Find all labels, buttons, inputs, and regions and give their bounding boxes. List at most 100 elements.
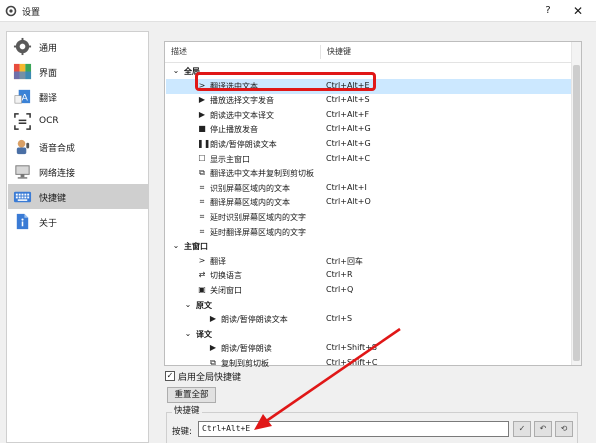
row-description: 复制到剪切板	[221, 359, 269, 368]
row-description: 朗读/暂停朗读	[221, 344, 272, 354]
tree-group-row[interactable]: ⌄ 主窗口	[166, 239, 571, 254]
row-description: 识别屏幕区域内的文本	[210, 183, 290, 193]
sidebar-item-label: 通用	[39, 44, 58, 54]
row-shortcut: Ctrl+Q	[326, 285, 354, 294]
tree-group-row[interactable]: ⌄ 原文	[166, 298, 571, 313]
vertical-scrollbar[interactable]	[571, 42, 581, 365]
close-button[interactable]: ✕	[570, 3, 586, 19]
row-shortcut: Ctrl+Alt+S	[326, 95, 370, 105]
row-action-icon: ⌗	[199, 212, 205, 221]
window-title: 设置	[22, 8, 41, 18]
row-shortcut: Ctrl+Alt+O	[326, 197, 371, 207]
shortcut-group-title: 快捷键	[172, 404, 202, 416]
expand-chevron-icon[interactable]: ⌄	[171, 241, 181, 251]
row-shortcut: Ctrl+Shift+C	[326, 358, 378, 367]
tree-row[interactable]: ⇄ 切换语言 Ctrl+R	[166, 268, 571, 283]
row-description: 切换语言	[210, 271, 242, 281]
highlight-annotation	[195, 72, 376, 91]
expand-chevron-icon[interactable]: ⌄	[171, 66, 181, 76]
row-action-icon: ⇄	[198, 270, 206, 280]
row-description: 朗读/暂停朗读文本	[210, 140, 277, 149]
enable-global-checkbox[interactable]: ✓	[165, 371, 175, 381]
network-icon	[15, 165, 30, 179]
tree-row[interactable]: ▶ 朗读/暂停朗读 Ctrl+Shift+S	[166, 341, 571, 356]
sidebar-item-label: 翻译	[39, 94, 58, 104]
row-action-icon: ⧉	[199, 168, 205, 178]
tree-row[interactable]: ⌗ 翻译屏幕区域内的文本 Ctrl+Alt+O	[166, 195, 571, 210]
row-description: 停止播放发音	[210, 125, 258, 135]
tree-row[interactable]: ▶ 播放选择文字发音 Ctrl+Alt+S	[166, 93, 571, 108]
sidebar-item-label: 网络连接	[39, 169, 76, 179]
ocr-icon	[14, 113, 31, 130]
row-description: 主窗口	[184, 242, 208, 252]
row-action-icon: ☐	[198, 153, 206, 163]
sidebar-item-ocr[interactable]: OCR	[8, 109, 148, 134]
gear-icon	[13, 37, 32, 56]
palette-icon	[13, 63, 32, 80]
expand-chevron-icon[interactable]: ⌄	[183, 300, 193, 310]
tree-row[interactable]: ⌗ 延时识别屏幕区域内的文字	[166, 210, 571, 225]
column-header-shortcut[interactable]: 快捷键	[327, 42, 351, 62]
sidebar-item-about[interactable]: 关于	[8, 209, 148, 234]
speech-icon	[16, 139, 30, 155]
row-shortcut: Ctrl+Alt+G	[326, 124, 371, 134]
row-action-icon: >	[198, 255, 206, 265]
row-description: 关闭窗口	[210, 286, 242, 295]
row-shortcut: Ctrl+回车	[326, 256, 363, 266]
row-description: 朗读选中文本译文	[210, 110, 274, 120]
key-sequence-input[interactable]: Ctrl+Alt+E	[198, 421, 509, 437]
sidebar-item-shortcuts[interactable]: 快捷键	[8, 184, 148, 209]
row-description: 翻译	[210, 256, 226, 266]
clear-button[interactable]: ↶	[534, 421, 552, 437]
row-action-icon: ⌗	[199, 182, 205, 192]
column-header-description[interactable]: 描述	[171, 42, 187, 62]
row-shortcut: Ctrl+S	[326, 314, 353, 324]
help-button[interactable]: ?	[540, 3, 556, 19]
tree-row[interactable]: ⧉ 复制到剪切板 Ctrl+Shift+C	[166, 356, 571, 371]
reset-key-button[interactable]: ⟲	[555, 421, 573, 437]
sidebar-item-label: 界面	[39, 69, 58, 79]
header-divider	[165, 62, 581, 63]
info-icon	[16, 213, 29, 230]
row-description: 延时翻译屏幕区域内的文字	[210, 227, 306, 237]
tree-row[interactable]: ⌗ 识别屏幕区域内的文本 Ctrl+Alt+I	[166, 181, 571, 196]
expand-chevron-icon[interactable]: ⌄	[183, 329, 193, 339]
row-shortcut: Ctrl+Alt+C	[326, 153, 371, 163]
confirm-button[interactable]: ✓	[513, 421, 531, 437]
row-action-icon: ■	[198, 124, 206, 134]
sidebar-item-network[interactable]: 网络连接	[8, 159, 148, 184]
row-action-icon: ⌗	[199, 197, 205, 207]
row-description: 翻译选中文本并复制到剪切板	[210, 169, 314, 179]
sidebar-item-interface[interactable]: 界面	[8, 59, 148, 84]
row-shortcut: Ctrl+Alt+F	[326, 109, 370, 119]
tree-row[interactable]: ⧉ 翻译选中文本并复制到剪切板	[166, 166, 571, 181]
sidebar-item-label: OCR	[39, 116, 59, 126]
reset-all-button[interactable]: 重置全部	[167, 387, 216, 403]
column-separator	[320, 45, 321, 59]
title-bar: 设置 ? ✕	[0, 0, 596, 22]
enable-global-label[interactable]: 启用全局快捷键	[178, 370, 241, 383]
row-action-icon: ▶	[198, 95, 206, 105]
settings-sidebar: 通用 界面 A 翻译 OCR 语音合成 网络连接 快捷键 关于	[6, 31, 149, 443]
sidebar-item-label: 语音合成	[39, 144, 76, 154]
row-description: 原文	[196, 300, 212, 310]
sidebar-item-general[interactable]: 通用	[8, 34, 148, 59]
scrollbar-thumb[interactable]	[573, 65, 580, 361]
row-action-icon: ⌗	[199, 226, 205, 236]
sidebar-item-translate[interactable]: A 翻译	[8, 84, 148, 109]
row-action-icon: ❚❚	[197, 139, 211, 148]
tree-group-row[interactable]: ⌄ 译文	[166, 327, 571, 342]
tree-row[interactable]: ▶ 朗读选中文本译文 Ctrl+Alt+F	[166, 108, 571, 123]
tree-row[interactable]: ☐ 显示主窗口 Ctrl+Alt+C	[166, 152, 571, 167]
sidebar-item-tts[interactable]: 语音合成	[8, 134, 148, 159]
tree-row[interactable]: > 翻译 Ctrl+回车	[166, 254, 571, 269]
tree-row[interactable]: ■ 停止播放发音 Ctrl+Alt+G	[166, 122, 571, 137]
tree-row[interactable]: ▶ 朗读/暂停朗读文本 Ctrl+S	[166, 312, 571, 327]
tree-row[interactable]: ▣ 关闭窗口 Ctrl+Q	[166, 283, 571, 298]
row-description: 朗读/暂停朗读文本	[221, 315, 288, 325]
row-description: 翻译屏幕区域内的文本	[210, 198, 290, 208]
tree-row[interactable]: ⌗ 延时翻译屏幕区域内的文字	[166, 225, 571, 240]
tree-row[interactable]: ❚❚ 朗读/暂停朗读文本 Ctrl+Alt+G	[166, 137, 571, 152]
row-action-icon: ▶	[209, 343, 217, 353]
translate-icon: A	[14, 89, 31, 104]
